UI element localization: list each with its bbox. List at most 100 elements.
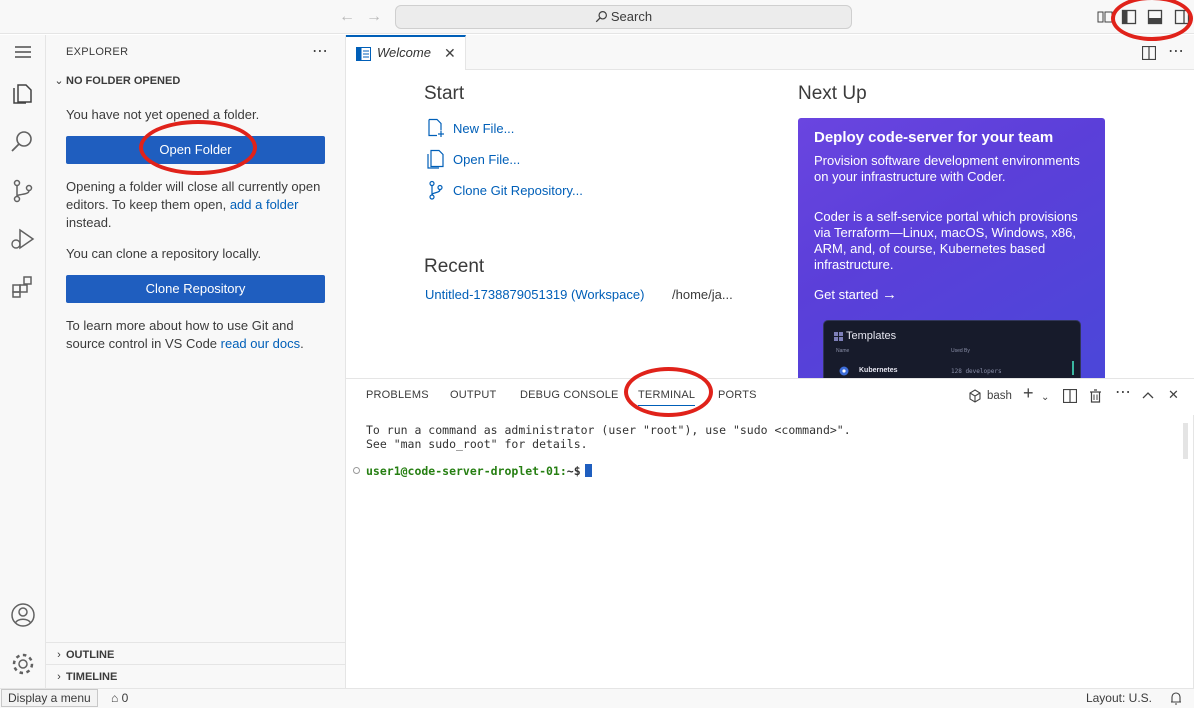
warning-text-post: instead.: [66, 215, 112, 230]
tab-welcome[interactable]: Welcome ✕: [346, 35, 466, 70]
no-folder-section-label: NO FOLDER OPENED: [66, 75, 181, 87]
new-file-label: New File...: [453, 121, 515, 136]
trash-icon[interactable]: [1089, 389, 1102, 403]
clone-text: You can clone a repository locally.: [66, 246, 262, 261]
tab-debug-console[interactable]: DEBUG CONSOLE: [520, 389, 619, 401]
timeline-divider: [46, 664, 345, 665]
promo-paragraph-2: Coder is a self-service portal which pro…: [814, 209, 1078, 272]
menu-tooltip: Display a menu: [1, 689, 98, 707]
get-started-label: Get started: [814, 287, 879, 302]
tab-problems[interactable]: PROBLEMS: [366, 389, 429, 401]
open-file-icon: [427, 149, 444, 169]
ports-count: 0: [121, 691, 129, 705]
chevron-down-icon[interactable]: ⌄: [1041, 391, 1049, 405]
outline-divider: [46, 642, 345, 643]
preview-scroll-indicator: [1072, 361, 1074, 375]
kubernetes-icon: [839, 366, 849, 376]
explorer-title: EXPLORER: [66, 46, 129, 58]
no-folder-text: You have not yet opened a folder.: [66, 107, 260, 122]
toggle-secondary-sidebar-icon[interactable]: [1174, 9, 1190, 25]
more-actions-icon[interactable]: ⋯: [312, 41, 329, 61]
terminal-prompt[interactable]: user1@code-server-droplet-01:~$: [366, 464, 592, 478]
toggle-primary-sidebar-icon[interactable]: [1121, 9, 1137, 25]
maximize-panel-icon[interactable]: [1142, 390, 1154, 400]
terminal-shell-icon: [969, 389, 981, 403]
toggle-panel-icon[interactable]: [1147, 9, 1163, 25]
no-folder-section-header[interactable]: ⌄ NO FOLDER OPENED: [52, 74, 180, 87]
templates-preview-image: Templates Name Used By Kubernetes 128 de…: [823, 320, 1081, 378]
open-folder-warning: Opening a folder will close all currentl…: [66, 178, 328, 232]
add-folder-link[interactable]: add a folder: [230, 197, 299, 212]
open-folder-button[interactable]: Open Folder: [66, 136, 325, 164]
extensions-icon[interactable]: [9, 273, 37, 301]
terminal-line-1: To run a command as administrator (user …: [366, 423, 851, 437]
search-icon[interactable]: [9, 128, 37, 156]
back-arrow-icon[interactable]: ←: [338, 8, 356, 26]
explorer-icon[interactable]: [9, 79, 37, 107]
welcome-page: Start New File... Open File... Clone Git…: [346, 70, 1194, 378]
promo-paragraph-1: Provision software development environme…: [814, 153, 1080, 184]
arrow-right-icon: →: [881, 286, 897, 303]
recent-item-path: /home/ja...: [672, 287, 733, 302]
tab-ports[interactable]: PORTS: [718, 389, 757, 401]
clone-repository-button[interactable]: Clone Repository: [66, 275, 325, 303]
notifications-bell-icon[interactable]: [1170, 692, 1182, 705]
command-decoration-icon[interactable]: [353, 467, 360, 474]
terminal-shell-label[interactable]: bash: [987, 389, 1012, 403]
terminal-line-2: See "man sudo_root" for details.: [366, 437, 588, 451]
editor-tabs-bar: Welcome ✕ ⋯: [346, 35, 1194, 70]
timeline-label: TIMELINE: [66, 671, 118, 683]
chevron-down-icon: ⌄: [54, 75, 64, 87]
primary-sidebar: EXPLORER ⋯ ⌄ NO FOLDER OPENED You have no…: [46, 35, 346, 688]
command-center-search[interactable]: Search: [395, 5, 852, 29]
panel-more-actions-icon[interactable]: ⋯: [1115, 385, 1131, 401]
manage-gear-icon[interactable]: [9, 650, 37, 678]
timeline-section-header[interactable]: › TIMELINE: [52, 671, 117, 683]
clone-git-label: Clone Git Repository...: [453, 183, 583, 198]
bottom-panel: PROBLEMS OUTPUT DEBUG CONSOLE TERMINAL P…: [346, 378, 1194, 688]
recent-heading: Recent: [424, 256, 485, 277]
chevron-right-icon: ›: [57, 649, 61, 661]
broadcast-icon: ⌂: [111, 691, 119, 705]
prompt-path: ~$: [566, 464, 581, 478]
editor-more-actions-icon[interactable]: ⋯: [1168, 41, 1184, 61]
terminal-cursor: [584, 464, 592, 477]
tab-output[interactable]: OUTPUT: [450, 389, 496, 401]
source-control-icon[interactable]: [9, 177, 37, 205]
outline-label: OUTLINE: [66, 649, 115, 661]
grid-icon: [834, 332, 843, 341]
keyboard-layout-status[interactable]: Layout: U.S.: [1086, 691, 1152, 705]
start-heading: Start: [424, 83, 465, 104]
run-debug-icon[interactable]: [9, 225, 37, 253]
chevron-right-icon: ›: [57, 671, 61, 683]
preview-col-name: Name: [836, 348, 850, 354]
recent-item-link[interactable]: Untitled-1738879051319 (Workspace): [425, 287, 644, 302]
forward-arrow-icon[interactable]: →: [365, 8, 383, 26]
outline-section-header[interactable]: › OUTLINE: [52, 649, 114, 661]
tab-terminal[interactable]: TERMINAL: [638, 389, 696, 406]
terminal-scrollbar[interactable]: [1183, 423, 1188, 459]
menu-icon[interactable]: [9, 38, 37, 66]
title-bar: ← → Search: [0, 0, 1194, 34]
new-file-icon: [428, 118, 444, 137]
search-icon: [595, 11, 607, 23]
activity-bar: [0, 35, 46, 688]
accounts-icon[interactable]: [9, 601, 37, 629]
close-panel-icon[interactable]: ✕: [1168, 388, 1179, 402]
get-started-link[interactable]: Get started →: [814, 286, 897, 303]
close-icon[interactable]: ✕: [444, 45, 456, 62]
git-branch-icon: [429, 180, 443, 200]
split-terminal-icon[interactable]: [1063, 389, 1077, 403]
ports-status[interactable]: ⌂ 0: [111, 691, 128, 705]
read-docs-link[interactable]: read our docs: [221, 336, 301, 351]
split-editor-icon[interactable]: [1142, 46, 1156, 60]
prompt-user: user1@code-server-droplet-01:: [366, 464, 567, 478]
next-up-heading: Next Up: [798, 83, 867, 104]
customize-layout-icon[interactable]: [1097, 9, 1113, 25]
preview-row-name: Kubernetes: [859, 367, 898, 374]
preview-row-used: 128 developers: [951, 368, 1002, 375]
promo-card[interactable]: Deploy code-server for your team Provisi…: [798, 118, 1105, 378]
new-terminal-icon[interactable]: +: [1023, 384, 1034, 402]
search-label: Search: [610, 9, 653, 24]
status-bar: Display a menu ⌂ 0 Layout: U.S.: [0, 688, 1194, 708]
